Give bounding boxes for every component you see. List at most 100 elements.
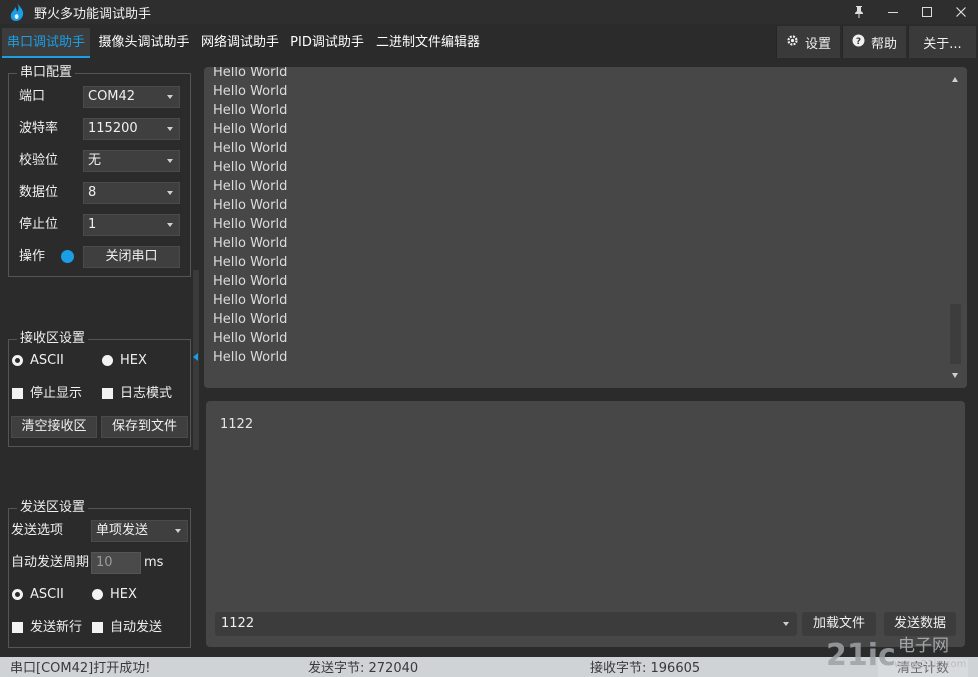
maximize-icon[interactable] — [910, 0, 944, 24]
receive-hex-radio[interactable] — [102, 355, 113, 366]
log-mode-label: 日志模式 — [120, 386, 173, 401]
serial-config-title: 串口配置 — [17, 65, 76, 81]
receive-area[interactable]: Hello World Hello World Hello World Hell… — [204, 67, 967, 388]
chevron-down-icon — [167, 127, 173, 131]
send-hex-radio[interactable] — [92, 589, 103, 600]
title-bar: 野火多功能调试助手 — [0, 0, 978, 24]
collapse-arrow-icon[interactable] — [193, 353, 198, 361]
receive-line: Hello World — [213, 141, 288, 156]
tab-network-assistant[interactable]: 网络调试助手 — [196, 28, 284, 58]
settings-button[interactable]: 设置 — [776, 26, 840, 58]
receive-line: Hello World — [213, 236, 288, 251]
help-label: 帮助 — [870, 36, 897, 52]
receive-line: Hello World — [213, 67, 288, 80]
receive-line: Hello World — [213, 84, 288, 99]
send-newline-label: 发送新行 — [30, 620, 83, 635]
pin-icon[interactable] — [842, 0, 876, 24]
port-value: COM42 — [88, 89, 136, 104]
send-option-value: 单项发送 — [96, 523, 149, 538]
port-label: 端口 — [19, 89, 46, 104]
receive-hex-label: HEX — [120, 353, 147, 368]
receive-ascii-label: ASCII — [30, 353, 64, 368]
auto-period-input[interactable]: 10 — [91, 552, 141, 574]
receive-line: Hello World — [213, 350, 288, 365]
stop-display-checkbox[interactable] — [12, 388, 23, 399]
send-settings-title: 发送区设置 — [17, 500, 89, 516]
baud-label: 波特率 — [19, 121, 59, 136]
stopbits-label: 停止位 — [19, 217, 59, 232]
svg-text:?: ? — [856, 37, 861, 47]
send-text[interactable]: 1122 — [220, 417, 253, 432]
receive-line: Hello World — [213, 255, 288, 270]
port-select[interactable]: COM42 — [83, 86, 180, 108]
auto-send-label: 自动发送 — [110, 620, 163, 635]
parity-select[interactable]: 无 — [83, 150, 180, 172]
baud-select[interactable]: 115200 — [83, 118, 180, 140]
stopbits-value: 1 — [88, 217, 97, 232]
about-button[interactable]: 关于... — [908, 26, 976, 58]
send-option-select[interactable]: 单项发送 — [91, 520, 188, 542]
receive-line: Hello World — [213, 160, 288, 175]
databits-value: 8 — [88, 185, 97, 200]
sent-bytes: 发送字节: 272040 — [308, 661, 419, 676]
tab-camera-assistant[interactable]: 摄像头调试助手 — [92, 28, 196, 58]
app-flame-icon — [6, 1, 28, 23]
auto-send-checkbox[interactable] — [92, 622, 103, 633]
gear-icon — [786, 34, 799, 51]
site-watermark-logo: 21ic 电子网 www.21ic.com — [826, 633, 971, 675]
auto-period-label: 自动发送周期 — [11, 555, 90, 570]
log-mode-checkbox[interactable] — [102, 388, 113, 399]
minimize-icon[interactable] — [876, 0, 910, 24]
databits-select[interactable]: 8 — [83, 182, 180, 204]
tab-serial-assistant[interactable]: 串口调试助手 — [2, 28, 90, 58]
svg-text:电子网: 电子网 — [898, 636, 949, 656]
settings-label: 设置 — [804, 36, 831, 52]
close-port-button[interactable]: 关闭串口 — [83, 246, 180, 268]
received-bytes: 接收字节: 196605 — [590, 661, 701, 676]
tab-pid-assistant[interactable]: PID调试助手 — [286, 28, 368, 58]
send-newline-checkbox[interactable] — [12, 622, 23, 633]
chevron-down-icon — [167, 191, 173, 195]
parity-value: 无 — [88, 153, 102, 168]
receive-text: Hello World Hello World Hello World Hell… — [213, 67, 933, 367]
help-icon: ? — [852, 34, 865, 51]
port-status-indicator — [61, 250, 74, 263]
receive-line: Hello World — [213, 331, 288, 346]
send-area[interactable]: 1122 1122 加载文件 发送数据 — [206, 401, 965, 647]
send-ascii-radio[interactable] — [12, 589, 23, 600]
scrollbar-thumb[interactable] — [950, 304, 961, 364]
receive-line: Hello World — [213, 293, 288, 308]
help-button[interactable]: ? 帮助 — [842, 26, 906, 58]
send-option-label: 发送选项 — [11, 523, 64, 538]
chevron-down-icon — [167, 159, 173, 163]
receive-line: Hello World — [213, 122, 288, 137]
receive-settings-title: 接收区设置 — [17, 331, 89, 347]
send-hex-label: HEX — [110, 587, 137, 602]
auto-period-unit: ms — [144, 555, 164, 570]
send-history-value: 1122 — [221, 616, 255, 631]
window-title: 野火多功能调试助手 — [34, 6, 152, 22]
chevron-down-icon — [783, 622, 789, 626]
receive-line: Hello World — [213, 103, 288, 118]
scroll-up-icon[interactable] — [952, 77, 958, 82]
stopbits-select[interactable]: 1 — [83, 214, 180, 236]
chevron-down-icon — [167, 223, 173, 227]
svg-text:21ic: 21ic — [826, 638, 896, 673]
save-to-file-button[interactable]: 保存到文件 — [101, 416, 188, 438]
receive-line: Hello World — [213, 274, 288, 289]
scroll-down-icon[interactable] — [952, 373, 958, 378]
receive-line: Hello World — [213, 217, 288, 232]
clear-receive-button[interactable]: 清空接收区 — [11, 416, 97, 438]
close-icon[interactable] — [944, 0, 978, 24]
send-history-select[interactable]: 1122 — [215, 612, 797, 636]
receive-scrollbar[interactable] — [950, 73, 961, 382]
chevron-down-icon — [167, 95, 173, 99]
receive-line: Hello World — [213, 312, 288, 327]
tab-binary-editor[interactable]: 二进制文件编辑器 — [370, 28, 486, 58]
baud-value: 115200 — [88, 121, 138, 136]
receive-line: Hello World — [213, 179, 288, 194]
stop-display-label: 停止显示 — [30, 386, 83, 401]
status-message: 串口[COM42]打开成功! — [10, 661, 151, 676]
about-label: 关于... — [923, 36, 962, 52]
receive-ascii-radio[interactable] — [12, 355, 23, 366]
